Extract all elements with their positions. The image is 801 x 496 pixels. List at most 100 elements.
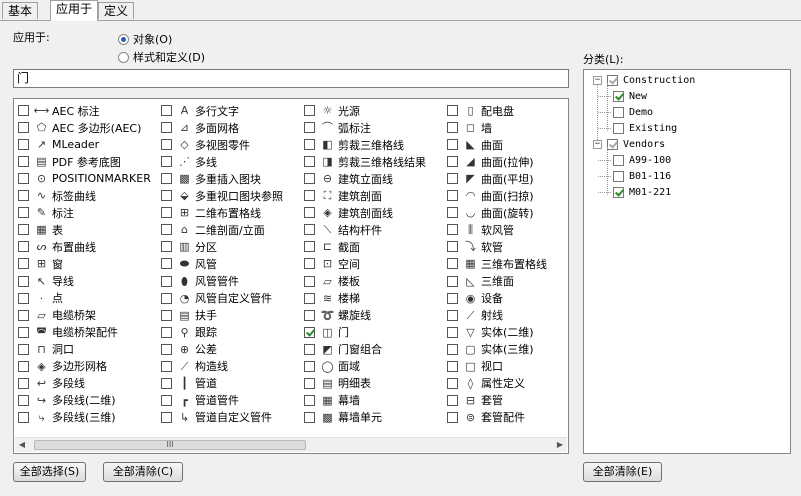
item-checkbox[interactable] — [304, 258, 315, 270]
list-item[interactable]: ◈ 多边形网格 — [18, 358, 107, 375]
list-item[interactable]: ◊ 属性定义 — [447, 375, 525, 392]
list-item[interactable]: ⊖ 建筑立面线 — [304, 170, 393, 187]
list-item[interactable]: ↪ 多段线(二维) — [18, 392, 116, 409]
item-checkbox[interactable] — [447, 326, 458, 338]
item-checkbox[interactable] — [18, 241, 29, 253]
tree-checkbox[interactable] — [613, 171, 624, 182]
list-item[interactable]: ◣ 曲面 — [447, 136, 503, 153]
item-checkbox[interactable] — [304, 343, 315, 355]
item-checkbox[interactable] — [161, 190, 172, 202]
item-checkbox[interactable] — [161, 394, 172, 406]
list-item[interactable]: ⟍ 结构杆件 — [304, 221, 382, 238]
item-checkbox[interactable] — [161, 122, 172, 134]
list-item[interactable]: ⊿ 多面网格 — [161, 119, 239, 136]
list-item[interactable]: ◻ 墙 — [447, 119, 492, 136]
item-checkbox[interactable] — [18, 190, 29, 202]
item-checkbox[interactable] — [304, 326, 315, 338]
list-item[interactable]: ◈ 建筑剖面线 — [304, 204, 393, 221]
item-checkbox[interactable] — [304, 309, 315, 321]
list-item[interactable]: ✎ 标注 — [18, 204, 74, 221]
tree-checkbox[interactable] — [613, 155, 624, 166]
item-checkbox[interactable] — [304, 360, 315, 372]
tree-checkbox[interactable] — [607, 75, 618, 86]
item-checkbox[interactable] — [304, 139, 315, 151]
tree-leaf[interactable]: New — [598, 89, 647, 104]
scroll-right-arrow-icon[interactable]: ▶ — [553, 438, 567, 452]
tree-checkbox[interactable] — [613, 107, 624, 118]
item-checkbox[interactable] — [447, 394, 458, 406]
list-item[interactable]: ⬠ AEC 多边形(AEC) — [18, 119, 141, 136]
list-item[interactable]: ▱ 电缆桥架 — [18, 307, 96, 324]
list-item[interactable]: ⬙ 多重视口图块参照 — [161, 187, 283, 204]
item-checkbox[interactable] — [18, 411, 29, 423]
list-item[interactable]: A 多行文字 — [161, 102, 239, 119]
tree-leaf[interactable]: Existing — [598, 121, 677, 136]
item-checkbox[interactable] — [447, 258, 458, 270]
list-item[interactable]: ◯ 面域 — [304, 358, 360, 375]
list-item[interactable]: ◧ 剪裁三维格线 — [304, 136, 404, 153]
list-item[interactable]: ◉ 设备 — [447, 290, 503, 307]
list-item[interactable]: ⊙ POSITIONMARKER — [18, 170, 151, 187]
list-item[interactable]: ◺ 三维面 — [447, 273, 514, 290]
item-checkbox[interactable] — [447, 411, 458, 423]
item-checkbox[interactable] — [18, 343, 29, 355]
list-item[interactable]: ▦ 三维布置格线 — [447, 255, 547, 272]
tab-definition[interactable]: 定义 — [98, 2, 135, 19]
list-item[interactable]: ▤ 扶手 — [161, 307, 217, 324]
list-item[interactable]: ◤ 曲面(平坦) — [447, 170, 534, 187]
item-checkbox[interactable] — [18, 292, 29, 304]
item-checkbox[interactable] — [447, 156, 458, 168]
item-checkbox[interactable] — [447, 377, 458, 389]
item-checkbox[interactable] — [18, 207, 29, 219]
item-checkbox[interactable] — [18, 394, 29, 406]
tree-group[interactable]: − Construction — [593, 73, 695, 88]
list-item[interactable]: ┏ 管道管件 — [161, 392, 239, 409]
item-checkbox[interactable] — [447, 190, 458, 202]
item-checkbox[interactable] — [447, 173, 458, 185]
item-checkbox[interactable] — [161, 173, 172, 185]
tree-checkbox[interactable] — [613, 91, 624, 102]
horizontal-scrollbar[interactable]: ◀ III ▶ — [15, 437, 567, 452]
list-item[interactable]: ▦ 幕墙 — [304, 392, 360, 409]
list-item[interactable]: ◨ 剪裁三维格线结果 — [304, 153, 426, 170]
clear-all-category-button[interactable]: 全部清除(E) — [583, 462, 662, 482]
item-checkbox[interactable] — [447, 275, 458, 287]
item-checkbox[interactable] — [18, 139, 29, 151]
filter-input[interactable]: 门 — [13, 69, 569, 88]
item-checkbox[interactable] — [161, 411, 172, 423]
item-checkbox[interactable] — [18, 122, 29, 134]
item-checkbox[interactable] — [161, 377, 172, 389]
item-checkbox[interactable] — [18, 275, 29, 287]
list-item[interactable]: ▱ 楼板 — [304, 273, 360, 290]
list-item[interactable]: ↩ 多段线 — [18, 375, 85, 392]
tree-leaf[interactable]: Demo — [598, 105, 653, 120]
item-checkbox[interactable] — [18, 326, 29, 338]
item-checkbox[interactable] — [18, 173, 29, 185]
list-item[interactable]: ⋰ 多线 — [161, 153, 217, 170]
list-item[interactable]: ◔ 风管自定义管件 — [161, 290, 272, 307]
list-item[interactable]: ⊓ 洞口 — [18, 341, 74, 358]
tab-basic[interactable]: 基本 — [2, 2, 39, 19]
list-item[interactable]: ➰ 螺旋线 — [304, 307, 371, 324]
item-checkbox[interactable] — [304, 156, 315, 168]
item-checkbox[interactable] — [304, 190, 315, 202]
list-item[interactable]: ▤ PDF 参考底图 — [18, 153, 121, 170]
radio-style-definition[interactable]: 样式和定义(D) — [118, 49, 205, 65]
radio-object-dot[interactable] — [118, 33, 129, 45]
item-checkbox[interactable] — [161, 326, 172, 338]
list-item[interactable]: ▯ 配电盘 — [447, 102, 514, 119]
item-checkbox[interactable] — [161, 275, 172, 287]
item-checkbox[interactable] — [304, 377, 315, 389]
item-checkbox[interactable] — [447, 241, 458, 253]
item-checkbox[interactable] — [304, 224, 315, 236]
list-item[interactable]: ⊟ 套管 — [447, 392, 503, 409]
collapse-toggle-icon[interactable]: − — [593, 76, 602, 85]
item-checkbox[interactable] — [304, 207, 315, 219]
item-checkbox[interactable] — [447, 309, 458, 321]
list-item[interactable]: ⛶ 建筑剖面 — [304, 187, 382, 204]
item-checkbox[interactable] — [18, 105, 29, 116]
list-item[interactable]: ⫼ 软风管 — [447, 221, 514, 238]
item-checkbox[interactable] — [447, 360, 458, 372]
list-item[interactable]: ┃ 管道 — [161, 375, 217, 392]
tree-leaf[interactable]: B01-116 — [598, 169, 671, 184]
